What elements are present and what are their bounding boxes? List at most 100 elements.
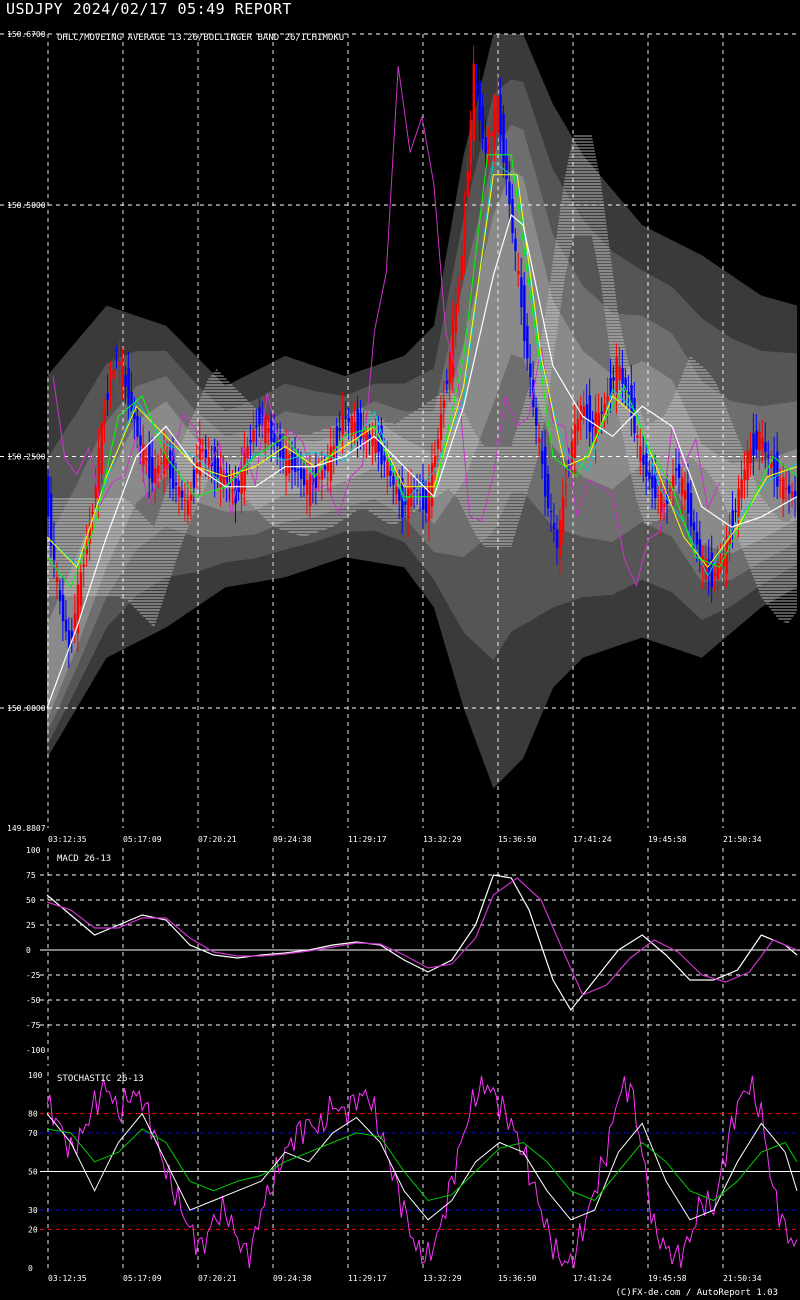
candle-body xyxy=(520,277,523,308)
candle-body xyxy=(118,361,121,365)
candle-body xyxy=(445,380,449,384)
candle-body xyxy=(588,395,592,432)
candle-body xyxy=(657,494,660,496)
candle-body xyxy=(526,325,529,359)
candle-body xyxy=(573,424,577,458)
candle-body xyxy=(648,472,651,479)
macd-y-tick-label: 25 xyxy=(26,921,36,930)
candle-body xyxy=(136,416,139,437)
candle-body xyxy=(55,577,59,583)
macd-line xyxy=(46,874,798,1012)
candle-body xyxy=(695,531,699,545)
candle-body xyxy=(49,493,53,547)
candle-body xyxy=(183,499,187,502)
candle-body xyxy=(395,486,398,494)
candle-body xyxy=(207,457,211,466)
stoch-y-tick-label: 20 xyxy=(28,1225,38,1234)
candle-body xyxy=(669,489,672,492)
candle-body xyxy=(160,462,163,465)
stoch-x-tick-label: 05:17:09 xyxy=(123,1274,162,1283)
macd-y-tick-label: -100 xyxy=(26,1046,45,1055)
macd-signal-line xyxy=(46,877,798,996)
candle-body xyxy=(347,417,350,422)
candle-body xyxy=(645,453,648,477)
candle-body xyxy=(264,415,267,444)
candle-body xyxy=(389,471,392,476)
candle-body xyxy=(106,393,109,401)
candle-body xyxy=(419,494,422,496)
candle-body xyxy=(279,434,282,458)
candle-body xyxy=(538,438,541,443)
candle-body xyxy=(430,463,434,507)
candle-body xyxy=(329,446,333,481)
candle-body xyxy=(785,487,788,490)
candle-body xyxy=(448,352,452,384)
candle-body xyxy=(169,450,172,479)
price-x-tick-label: 17:41:24 xyxy=(573,835,612,844)
candle-body xyxy=(157,465,160,474)
candle-body xyxy=(529,363,532,378)
candle-body xyxy=(121,365,124,387)
candle-body xyxy=(273,433,276,443)
price-y-tick-label: 150.6700 xyxy=(7,30,46,39)
candle-body xyxy=(585,404,589,420)
candle-body xyxy=(139,435,142,446)
stoch-x-tick-label: 17:41:24 xyxy=(573,1274,612,1283)
candle-body xyxy=(758,431,761,451)
candle-body xyxy=(255,425,258,427)
candle-body xyxy=(353,421,356,433)
macd-y-tick-label: 0 xyxy=(26,946,31,955)
macd-y-tick-label: 100 xyxy=(26,846,41,855)
candle-body xyxy=(267,428,270,433)
candle-body xyxy=(302,468,306,486)
candle-body xyxy=(189,494,193,501)
candle-body xyxy=(791,491,794,498)
candle-body xyxy=(683,490,687,500)
candle-body xyxy=(493,108,496,146)
candle-body xyxy=(91,511,95,515)
candle-body xyxy=(755,430,758,450)
candle-body xyxy=(82,564,86,568)
stoch-y-tick-label: 30 xyxy=(28,1206,38,1215)
candle-body xyxy=(469,119,473,165)
candle-body xyxy=(496,96,499,134)
candle-body xyxy=(103,409,106,424)
candle-body xyxy=(621,367,624,384)
candle-body xyxy=(231,489,234,492)
candle-body xyxy=(761,437,764,449)
candle-body xyxy=(73,613,77,628)
price-x-tick-label: 05:17:09 xyxy=(123,835,162,844)
candle-body xyxy=(490,132,493,137)
candle-body xyxy=(439,414,443,440)
candle-body xyxy=(47,476,50,517)
macd-y-tick-label: -50 xyxy=(26,996,41,1005)
chart-canvas: 150.6700 150.5000 150.2500 150.0000 149.8807… xyxy=(0,30,800,1283)
price-x-tick-label: 11:29:17 xyxy=(348,835,387,844)
candle-body xyxy=(499,94,502,135)
candle-body xyxy=(558,519,562,557)
candle-body xyxy=(192,469,196,488)
candle-body xyxy=(642,454,645,465)
candle-body xyxy=(288,454,291,474)
stoch-x-tick-label: 21:50:34 xyxy=(723,1274,762,1283)
candle-body xyxy=(64,619,68,632)
candle-body xyxy=(326,459,330,472)
candle-body xyxy=(124,375,127,387)
candle-body xyxy=(749,448,752,463)
macd-y-tick-label: 50 xyxy=(26,896,36,905)
candle-body xyxy=(776,451,779,487)
candle-body xyxy=(463,210,467,255)
candle-body xyxy=(484,137,487,154)
candle-body xyxy=(249,439,252,443)
candle-body xyxy=(460,255,464,280)
stoch-x-tick-label: 13:32:29 xyxy=(423,1274,462,1283)
candle-body xyxy=(689,493,693,527)
candle-body xyxy=(677,463,681,478)
candle-body xyxy=(112,369,115,379)
candle-body xyxy=(145,458,148,461)
macd-panel-title: MACD 26-13 xyxy=(57,854,111,864)
candle-body xyxy=(597,413,600,428)
candle-body xyxy=(323,465,327,470)
candle-body xyxy=(564,486,568,488)
candle-body xyxy=(674,468,678,471)
